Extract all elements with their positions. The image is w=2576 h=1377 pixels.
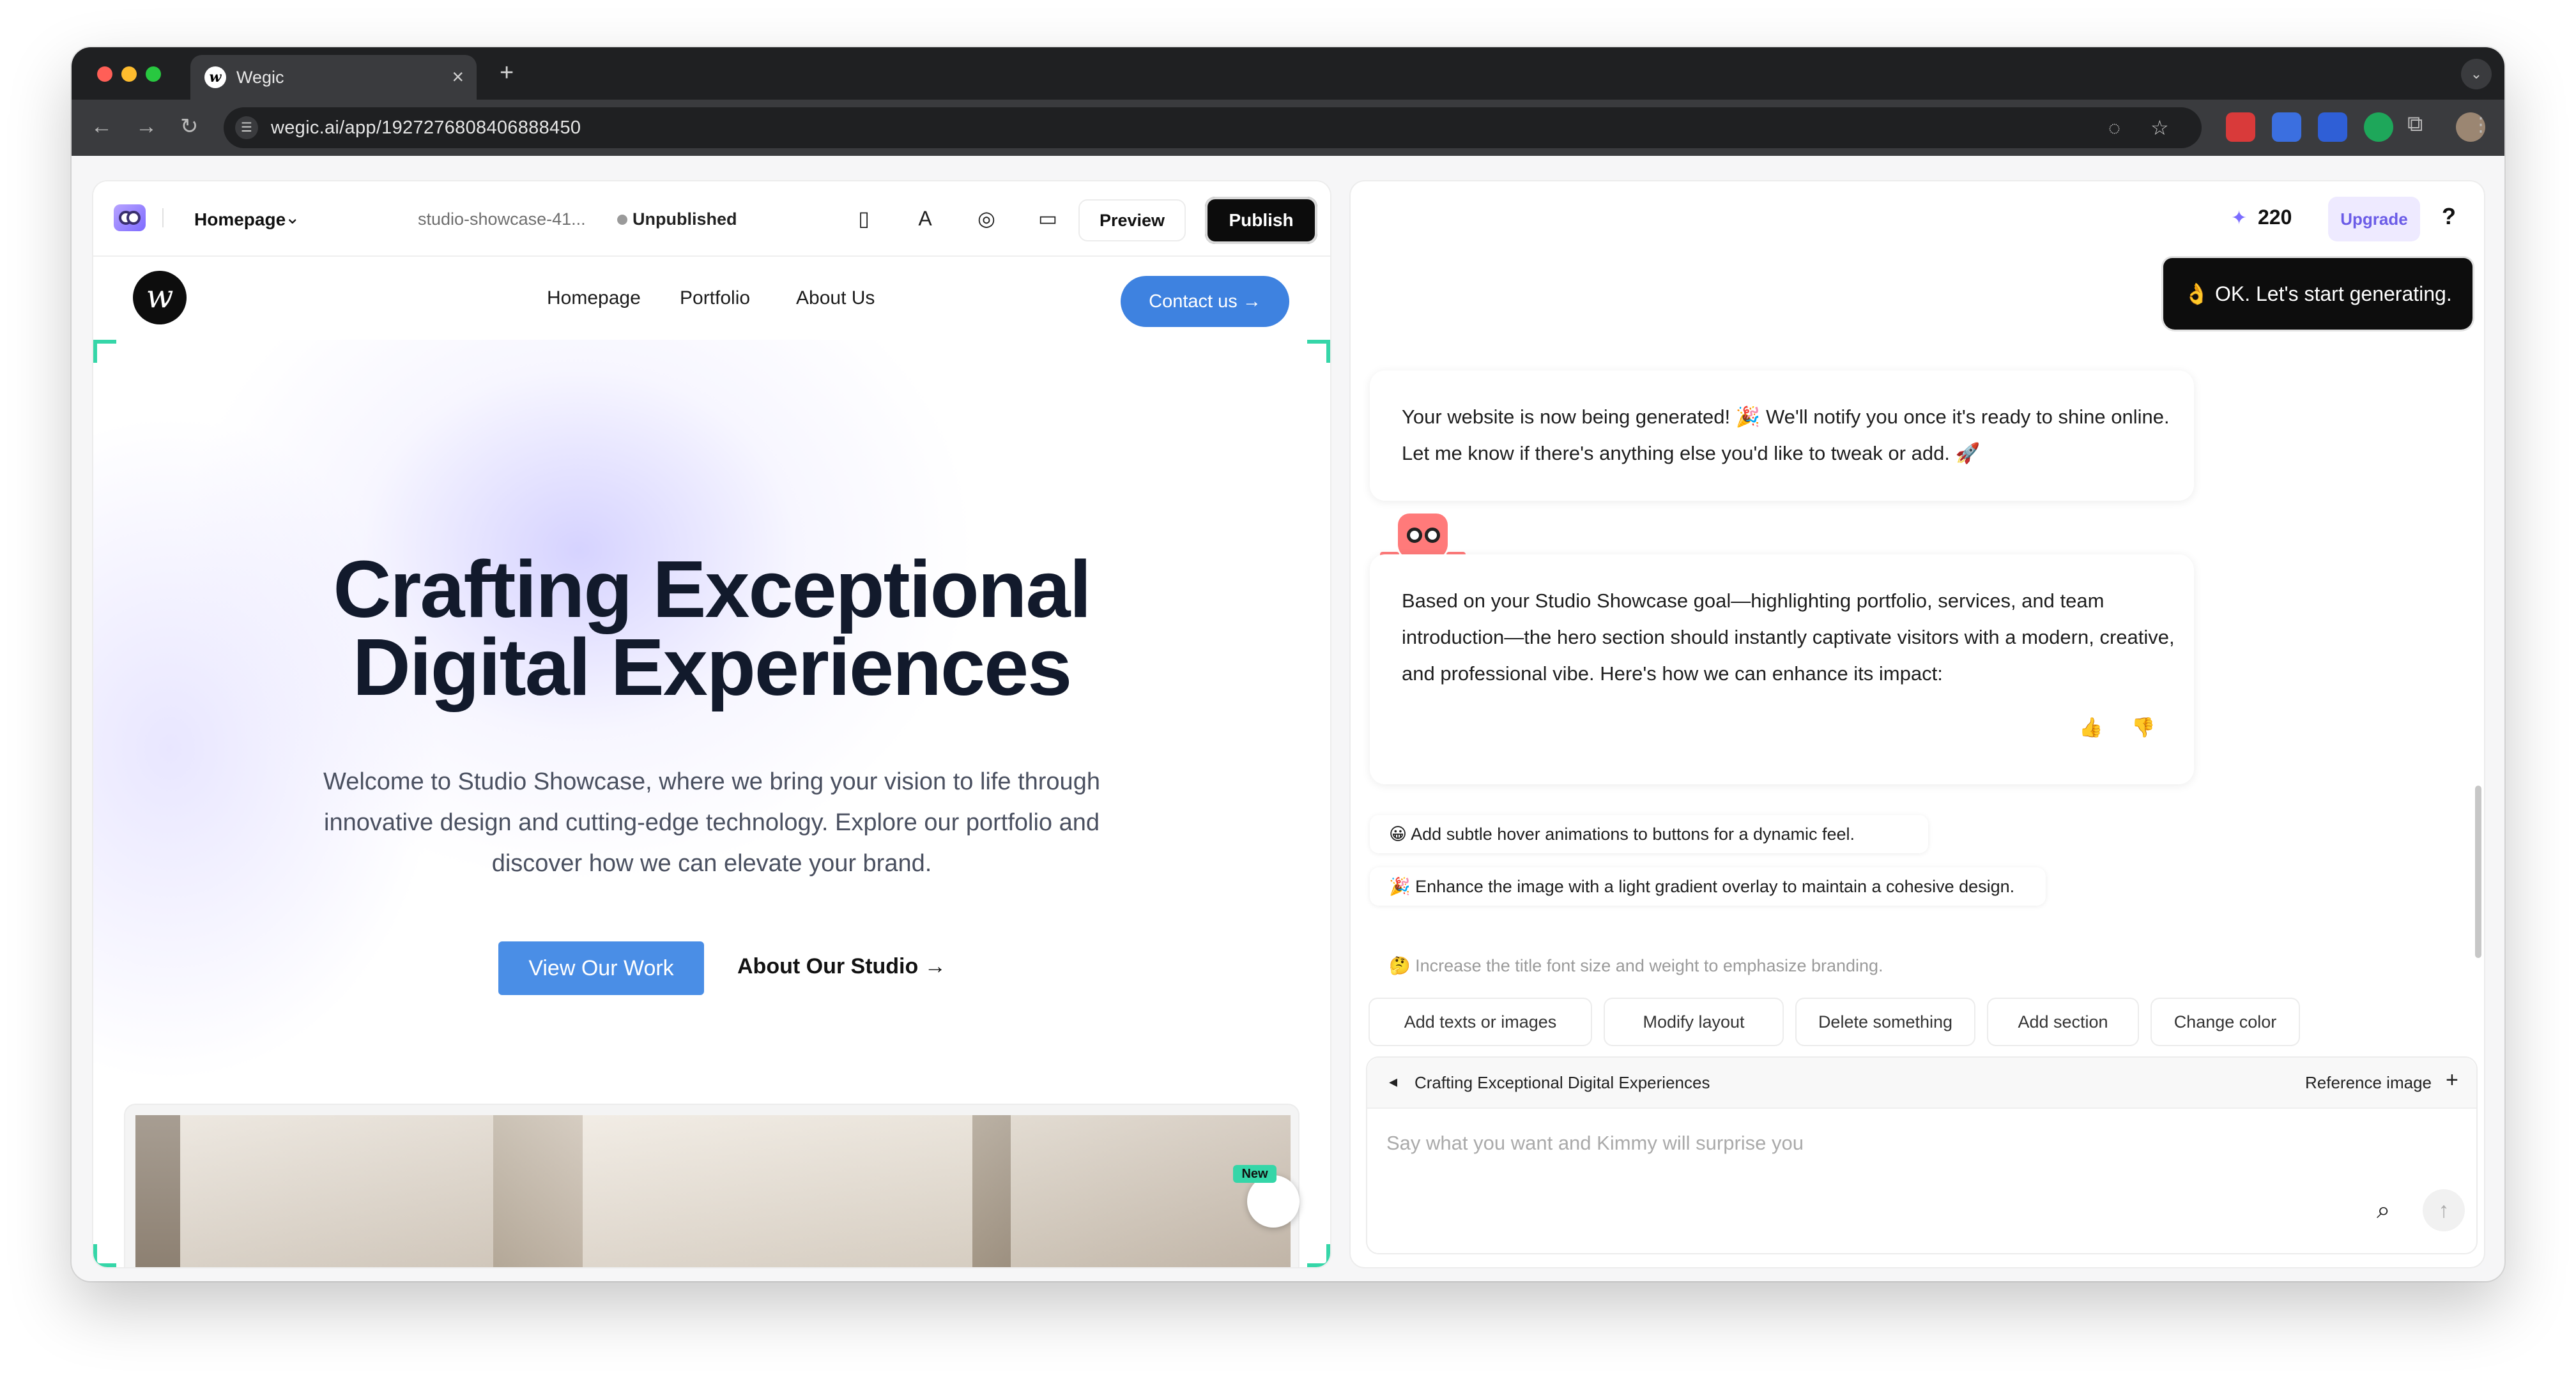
quick-action-add-texts[interactable]: Add texts or images: [1368, 998, 1592, 1046]
hero-title[interactable]: Crafting Exceptional Digital Experiences: [93, 544, 1330, 712]
maximize-window-button[interactable]: [146, 66, 161, 82]
quick-action-delete[interactable]: Delete something: [1795, 998, 1975, 1046]
site-preview: w Homepage Portfolio About Us Contact us…: [93, 257, 1330, 1267]
ai-chat-panel: ✦ 220 Upgrade ? 👌 OK. Let's start genera…: [1351, 181, 2484, 1267]
archive-icon[interactable]: ▭: [1034, 204, 1062, 232]
more-icon[interactable]: ⋮: [2471, 112, 2490, 138]
suggestion-chip[interactable]: 😀 Add subtle hover animations to buttons…: [1370, 815, 1928, 853]
extensions-icon[interactable]: ⧉: [2407, 111, 2423, 137]
credits-icon: ✦: [2231, 208, 2248, 229]
quick-action-add-section[interactable]: Add section: [1987, 998, 2139, 1046]
image-toggle-button[interactable]: [1247, 1175, 1300, 1228]
minimize-window-button[interactable]: [121, 66, 137, 82]
bot-message-text: Based on your Studio Showcase goal—highl…: [1402, 590, 2175, 685]
mobile-view-icon[interactable]: ▯: [850, 204, 878, 232]
publish-button[interactable]: Publish: [1205, 197, 1317, 244]
user-message: 👌 OK. Let's start generating.: [2163, 258, 2472, 330]
settings-icon[interactable]: ◎: [972, 204, 1000, 232]
suggestion-chip[interactable]: 🤔 Increase the title font size and weigh…: [1370, 947, 1949, 985]
site-settings-icon[interactable]: ☰: [235, 116, 258, 139]
wegic-favicon-icon: w: [204, 66, 226, 88]
browser-window: w Wegic × + ⌄ ← → ↻ ☰ wegic.ai/app/19272…: [72, 47, 2504, 1281]
plus-icon[interactable]: +: [500, 60, 514, 86]
bot-message-card: Based on your Studio Showcase goal—highl…: [1370, 554, 2194, 784]
font-style-icon[interactable]: A: [911, 204, 939, 232]
site-nav-portfolio[interactable]: Portfolio: [680, 287, 750, 309]
url-text[interactable]: wegic.ai/app/1927276808406888450: [271, 118, 581, 139]
star-icon[interactable]: ☆: [2150, 115, 2169, 141]
selection-corner: [93, 340, 116, 363]
back-icon[interactable]: ←: [91, 114, 112, 139]
extension-translate-icon[interactable]: [2272, 112, 2301, 142]
publish-status: Unpublished: [632, 209, 737, 229]
selection-corner: [93, 1244, 116, 1267]
site-nav-homepage[interactable]: Homepage: [547, 287, 641, 309]
prompt-composer: ◂ Crafting Exceptional Digital Experienc…: [1366, 1056, 2478, 1254]
photo-shade: [135, 1115, 1291, 1267]
quick-action-change-color[interactable]: Change color: [2150, 998, 2300, 1046]
site-nav-about[interactable]: About Us: [796, 287, 875, 309]
selection-corner: [1307, 1244, 1330, 1267]
plus-icon[interactable]: +: [2446, 1068, 2458, 1093]
address-bar[interactable]: ☰ wegic.ai/app/1927276808406888450 ◌ ☆: [224, 107, 2202, 148]
hero-section[interactable]: Crafting Exceptional Digital Experiences…: [93, 340, 1330, 1267]
site-slug: studio-showcase-41...: [418, 209, 586, 229]
tab-bar: w Wegic × + ⌄: [72, 47, 2504, 100]
extension-red-icon[interactable]: [2226, 112, 2255, 142]
bot-message-text: Your website is now being generated! 🎉 W…: [1402, 406, 2170, 464]
close-window-button[interactable]: [97, 66, 112, 82]
reference-image-label[interactable]: Reference image: [2305, 1073, 2432, 1093]
suggestion-chip[interactable]: 🎉 Enhance the image with a light gradien…: [1370, 867, 2046, 906]
thumbs-up-icon[interactable]: 👍: [2079, 717, 2103, 739]
upgrade-button[interactable]: Upgrade: [2328, 197, 2420, 241]
tab-title: Wegic: [236, 68, 284, 87]
help-icon[interactable]: ?: [2442, 203, 2456, 230]
mascot-body: [1398, 514, 1448, 559]
website-editor: Homepage ⌄ studio-showcase-41... Unpubli…: [93, 181, 1330, 1267]
selection-corner: [1307, 340, 1330, 363]
reload-icon[interactable]: ↻: [180, 114, 199, 139]
page-select[interactable]: Homepage: [194, 209, 286, 230]
chat-scrollbar[interactable]: [2475, 786, 2481, 958]
browser-toolbar: ← → ↻ ☰ wegic.ai/app/1927276808406888450…: [72, 100, 2504, 156]
send-arrow-icon[interactable]: ↑: [2423, 1189, 2465, 1231]
thumbs-down-icon[interactable]: 👎: [2131, 717, 2155, 739]
caret-left-icon[interactable]: ◂: [1389, 1072, 1397, 1092]
grammarly-icon[interactable]: [2364, 112, 2393, 142]
kimmy-logo-icon[interactable]: [114, 204, 146, 231]
site-logo-icon[interactable]: w: [133, 271, 187, 324]
view-our-work-button[interactable]: View Our Work: [498, 941, 704, 995]
chevron-down-icon[interactable]: ⌄: [2461, 59, 2492, 89]
close-icon[interactable]: ×: [452, 65, 464, 88]
paperclip-icon[interactable]: ⌕: [2377, 1197, 2390, 1224]
browser-tab[interactable]: w Wegic ×: [190, 55, 477, 100]
forward-icon[interactable]: →: [135, 114, 157, 139]
extension-shield-icon[interactable]: [2318, 112, 2347, 142]
contact-us-button[interactable]: Contact us →: [1121, 276, 1289, 327]
preview-button[interactable]: Preview: [1078, 199, 1186, 241]
hero-title-line: Digital Experiences: [352, 622, 1073, 712]
prompt-input[interactable]: [1386, 1124, 2345, 1162]
mascot-eye: [1407, 528, 1422, 543]
status-dot-icon: [617, 215, 627, 225]
hero-subtitle[interactable]: Welcome to Studio Showcase, where we bri…: [298, 761, 1126, 884]
chevron-down-icon[interactable]: ⌄: [285, 207, 300, 228]
hero-title-line: Crafting Exceptional: [333, 544, 1091, 634]
divider: [162, 208, 164, 227]
hero-photo: [135, 1115, 1291, 1267]
quick-action-modify-layout[interactable]: Modify layout: [1604, 998, 1784, 1046]
bot-message-card: Your website is now being generated! 🎉 W…: [1370, 370, 2194, 501]
editor-toolbar: Homepage ⌄ studio-showcase-41... Unpubli…: [93, 181, 1330, 257]
site-navbar: w Homepage Portfolio About Us Contact us…: [93, 257, 1330, 340]
mascot-eye: [1425, 528, 1440, 543]
composer-context-bar: ◂ Crafting Exceptional Digital Experienc…: [1367, 1058, 2476, 1109]
eye-off-icon[interactable]: ◌: [2108, 115, 2120, 141]
hero-image-card[interactable]: New: [124, 1104, 1300, 1267]
about-our-studio-link[interactable]: About Our Studio →: [737, 954, 946, 979]
selected-element-label: Crafting Exceptional Digital Experiences: [1414, 1073, 1710, 1092]
credits-count: 220: [2258, 206, 2292, 229]
new-badge: New: [1233, 1165, 1276, 1183]
